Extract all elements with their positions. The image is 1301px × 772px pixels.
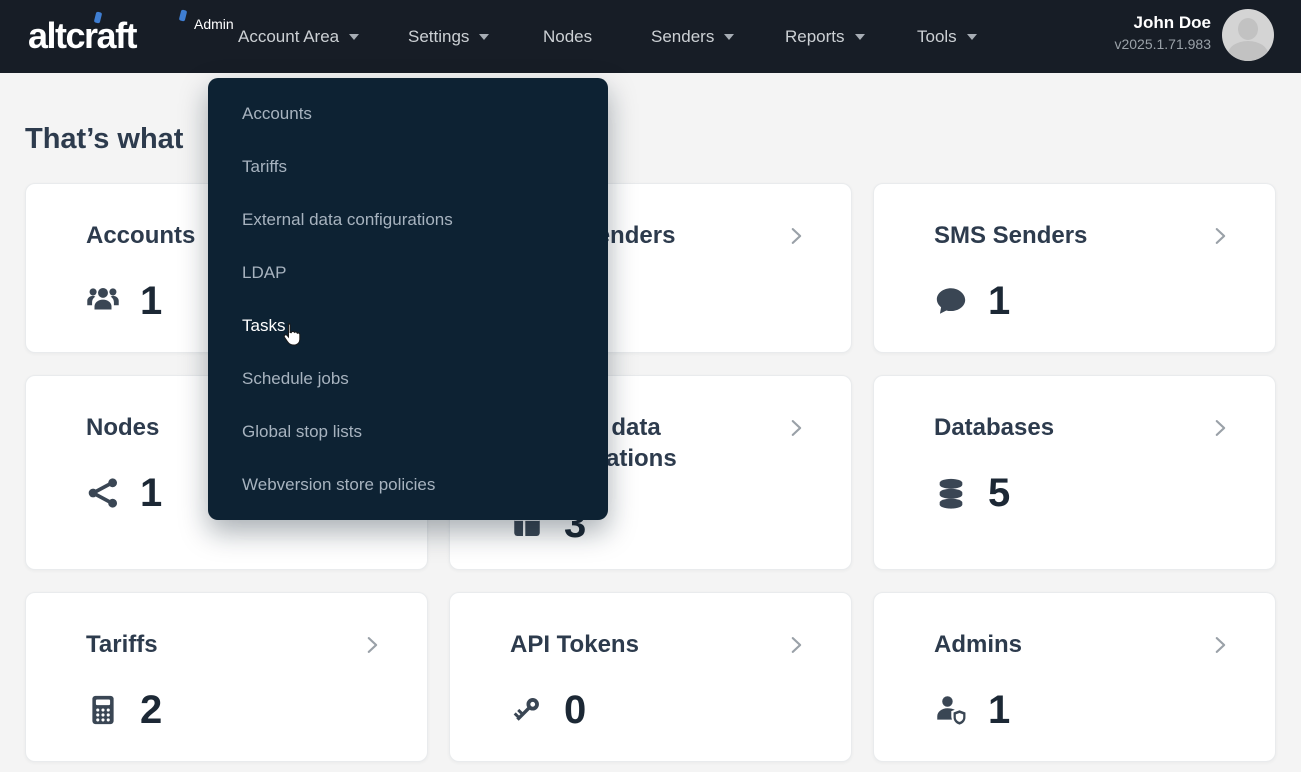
menu-item-tariffs[interactable]: Tariffs: [208, 140, 608, 193]
card-title: Nodes: [86, 412, 159, 443]
card-count: 1: [140, 473, 162, 513]
card-title: Accounts: [86, 220, 195, 251]
menu-item-external-data-configurations[interactable]: External data configurations: [208, 193, 608, 246]
cursor-pointer-icon: [279, 322, 303, 349]
settings-dropdown-menu: Accounts Tariffs External data configura…: [208, 78, 608, 520]
chevron-right-icon: [785, 417, 807, 439]
topbar: altcraft Admin Account Area Settings Nod…: [0, 0, 1301, 73]
avatar[interactable]: [1222, 9, 1274, 61]
users-icon: [86, 284, 120, 318]
share-nodes-icon: [86, 476, 120, 510]
menu-item-ldap[interactable]: LDAP: [208, 246, 608, 299]
brand-logo[interactable]: altcraft Admin: [28, 14, 136, 58]
card-sms-senders[interactable]: SMS Senders 1: [873, 183, 1276, 353]
chevron-down-icon: [724, 34, 734, 40]
card-count: 1: [988, 690, 1010, 730]
nav-senders[interactable]: Senders: [651, 0, 734, 73]
chevron-right-icon: [1209, 225, 1231, 247]
nav-account-area[interactable]: Account Area: [238, 0, 359, 73]
dashboard: That’s what Accounts 1 Email Senders: [0, 73, 1301, 762]
chevron-down-icon: [855, 34, 865, 40]
nav-reports[interactable]: Reports: [785, 0, 865, 73]
user-info: John Doe v2025.1.71.983: [1114, 12, 1211, 54]
nav-label: Senders: [651, 27, 714, 47]
chevron-right-icon: [1209, 417, 1231, 439]
brand-accent-icon: [179, 9, 187, 21]
chevron-right-icon: [1209, 634, 1231, 656]
card-count: 1: [988, 281, 1010, 321]
avatar-silhouette: [1228, 41, 1268, 61]
card-title: SMS Senders: [934, 220, 1087, 251]
database-icon: [934, 476, 968, 510]
chevron-right-icon: [785, 225, 807, 247]
chevron-right-icon: [361, 634, 383, 656]
nav-settings[interactable]: Settings: [408, 0, 489, 73]
avatar-silhouette: [1238, 18, 1258, 40]
card-title: Tariffs: [86, 629, 158, 660]
chevron-down-icon: [967, 34, 977, 40]
card-api-tokens[interactable]: API Tokens 0: [449, 592, 852, 762]
calculator-icon: [86, 693, 120, 727]
nav-tools[interactable]: Tools: [917, 0, 977, 73]
nav-label: Account Area: [238, 27, 339, 47]
card-tariffs[interactable]: Tariffs 2: [25, 592, 428, 762]
app-version: v2025.1.71.983: [1114, 34, 1211, 54]
nav-label: Settings: [408, 27, 469, 47]
menu-item-webversion-store-policies[interactable]: Webversion store policies: [208, 458, 608, 511]
card-databases[interactable]: Databases 5: [873, 375, 1276, 570]
card-count: 5: [988, 473, 1010, 513]
menu-item-global-stop-lists[interactable]: Global stop lists: [208, 405, 608, 458]
card-count: 2: [140, 690, 162, 730]
menu-item-schedule-jobs[interactable]: Schedule jobs: [208, 352, 608, 405]
menu-item-tasks[interactable]: Tasks: [208, 299, 608, 352]
nav-label: Nodes: [543, 27, 592, 47]
user-name: John Doe: [1114, 12, 1211, 34]
menu-item-accounts[interactable]: Accounts: [208, 87, 608, 140]
card-title: API Tokens: [510, 629, 639, 660]
chevron-down-icon: [349, 34, 359, 40]
card-title: Admins: [934, 629, 1022, 660]
card-admins[interactable]: Admins 1: [873, 592, 1276, 762]
card-count: 1: [140, 281, 162, 321]
brand-wordmark: altcraft: [28, 15, 136, 56]
chevron-down-icon: [479, 34, 489, 40]
nav-label: Tools: [917, 27, 957, 47]
chevron-right-icon: [785, 634, 807, 656]
speech-bubble-icon: [934, 284, 968, 318]
card-count: 0: [564, 690, 586, 730]
nav-label: Reports: [785, 27, 845, 47]
key-icon: [510, 693, 544, 727]
nav-nodes[interactable]: Nodes: [543, 0, 592, 73]
card-title: Databases: [934, 412, 1054, 443]
user-shield-icon: [934, 693, 968, 727]
brand-suffix: Admin: [194, 16, 234, 32]
